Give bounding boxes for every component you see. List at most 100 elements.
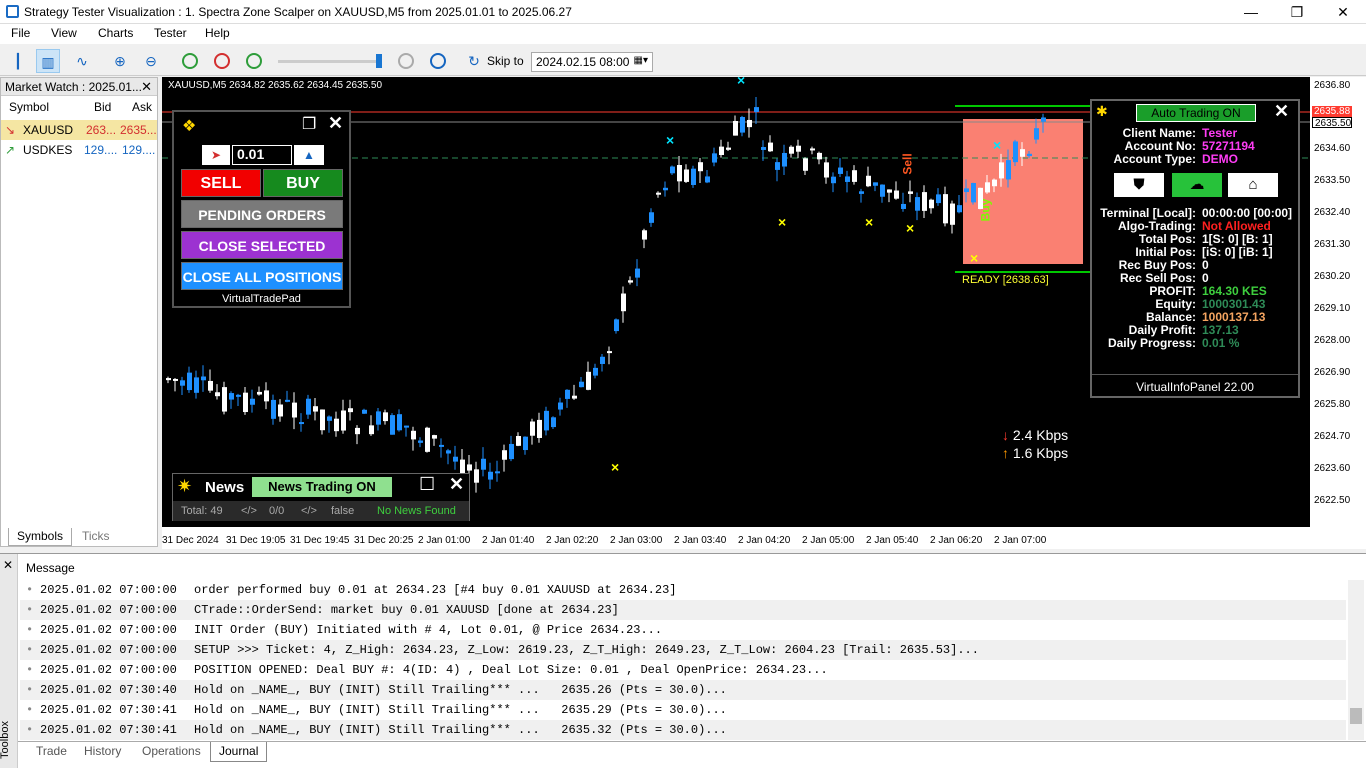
candle-body [740,116,745,133]
buy-button[interactable]: BUY [263,169,343,197]
maximize-icon[interactable]: ☐ [419,474,435,495]
journal-time: 2025.01.02 07:30:41 [40,723,177,737]
candle-body [495,471,500,474]
info-value: 0 [1202,271,1209,285]
net-down-value: 2.4 Kbps [1012,427,1069,443]
close-window-button[interactable]: ✕ [1320,0,1366,24]
column-ask[interactable]: Ask [132,100,152,114]
zoom-out-icon[interactable]: ⊖ [139,49,163,73]
menu-charts[interactable]: Charts [98,26,133,40]
pending-orders-button[interactable]: PENDING ORDERS [181,200,343,228]
column-symbol[interactable]: Symbol [9,100,49,114]
market-row-xauusd[interactable]: ↘ XAUUSD 263... 2635... [1,120,157,140]
journal-row[interactable]: • 2025.01.02 07:00:00 INIT Order (BUY) Ini… [20,620,1346,640]
y-tick: 2631.30 [1314,239,1351,250]
x-tick: 31 Dec 19:45 [290,535,350,546]
stop-button[interactable] [210,49,234,73]
candle-body [810,148,815,151]
tab-operations[interactable]: Operations [134,742,209,762]
x-tick: 2 Jan 01:40 [482,535,535,546]
menu-help[interactable]: Help [205,26,230,40]
info-value: 1[S: 0] [B: 1] [1202,232,1273,246]
restore-icon[interactable]: ❐ [302,114,316,134]
lot-decrease-button[interactable]: ➤ [202,145,230,165]
price-axis[interactable]: 2636.80 2635.88 2635.50 2634.60 2633.50 … [1310,77,1366,549]
lot-size-input[interactable]: 0.01 [232,145,292,165]
line-chart-button[interactable]: ∿ [70,49,94,73]
toolbox-panel: ✕ Toolbox Message • 2025.01.02 07:00:00 or… [0,553,1366,768]
candle-body [572,395,577,399]
candle-body [565,389,570,399]
menu-tester[interactable]: Tester [154,26,187,40]
candle-body [1006,160,1011,180]
rewind-button[interactable] [242,49,266,73]
shield-icon[interactable]: ⛊ [1114,173,1164,197]
journal-row[interactable]: • 2025.01.02 07:00:00 order performed buy … [20,580,1346,600]
tab-symbols[interactable]: Symbols [8,528,73,546]
bank-icon[interactable]: ⌂ [1228,173,1278,197]
tab-history[interactable]: History [76,742,129,762]
speed-slider[interactable] [278,60,382,63]
tab-trade[interactable]: Trade [28,742,75,762]
column-bid[interactable]: Bid [94,100,111,114]
candle-chart-button[interactable]: ┃ [6,49,30,73]
info-label: Equity: [1155,297,1196,311]
zoom-in-icon[interactable]: ⊕ [108,49,132,73]
close-icon[interactable]: ✕ [449,474,464,495]
close-icon[interactable]: ✕ [3,558,13,572]
lot-increase-button[interactable]: ▲ [294,145,324,165]
candle-body [761,147,766,150]
journal-scrollbar[interactable] [1348,580,1364,740]
market-watch-panel: Market Watch : 2025.01... ✕ Symbol Bid A… [0,77,158,547]
info-value: DEMO [1202,152,1238,166]
journal-row[interactable]: • 2025.01.02 07:00:00 POSITION OPENED: Dea… [20,660,1346,680]
candle-body [257,391,262,395]
skip-to-date-input[interactable]: 2024.02.15 08:00 ▦▾ [531,52,653,72]
maximize-button[interactable]: ❐ [1274,0,1320,24]
candle-body [859,191,864,194]
close-icon[interactable]: ✕ [1274,101,1289,122]
close-icon[interactable]: ✕ [328,113,343,134]
x-tick: 2 Jan 02:20 [546,535,599,546]
candle-body [873,182,878,186]
journal-row[interactable]: • 2025.01.02 07:30:40 Hold on _NAME_, BUY … [20,680,1346,700]
journal-row[interactable]: • 2025.01.02 07:30:41 Hold on _NAME_, BUY … [20,720,1346,740]
candle-body [201,376,206,381]
step-forward-button[interactable] [394,49,418,73]
candle-body [775,162,780,170]
skip-end-button[interactable] [426,49,450,73]
candle-body [642,230,647,240]
play-button[interactable] [178,49,202,73]
tab-ticks[interactable]: Ticks [74,528,118,546]
minimize-button[interactable]: — [1228,0,1274,24]
sell-button[interactable]: SELL [181,169,261,197]
news-count: 0/0 [269,505,285,517]
calendar-dropdown-icon[interactable]: ▦▾ [634,55,648,66]
speed-slider-handle[interactable] [376,54,382,68]
row-symbol: USDKES [23,143,73,157]
x-tick: 31 Dec 2024 [162,535,219,546]
auto-trading-badge[interactable]: Auto Trading ON [1136,104,1256,122]
close-icon[interactable]: ✕ [141,79,152,95]
app-icon [6,5,19,18]
candle-body [929,199,934,209]
journal-row[interactable]: • 2025.01.02 07:30:41 Hold on _NAME_, BUY … [20,700,1346,720]
journal-row[interactable]: • 2025.01.02 07:00:00 CTrade::OrderSend: m… [20,600,1346,620]
journal-row[interactable]: • 2025.01.02 07:00:00 SETUP >>> Ticket: 4,… [20,640,1346,660]
close-selected-button[interactable]: CLOSE SELECTED [181,231,343,259]
skip-to-date-value: 2024.02.15 08:00 [536,55,630,69]
bar-chart-button[interactable]: ▥ [36,49,60,73]
candle-body [187,372,192,391]
tab-journal[interactable]: Journal [210,742,268,762]
time-axis[interactable]: 31 Dec 2024 31 Dec 19:05 31 Dec 19:45 31… [162,527,1310,549]
column-message[interactable]: Message [26,561,75,575]
news-trading-badge[interactable]: News Trading ON [252,477,392,497]
close-all-positions-button[interactable]: CLOSE ALL POSITIONS [181,262,343,290]
candle-body [222,387,227,412]
chat-icon[interactable]: ☁ [1172,173,1222,197]
candle-body [292,402,297,418]
market-row-usdkes[interactable]: ↗ USDKES 129.... 129.... [1,140,157,160]
menu-view[interactable]: View [51,26,77,40]
menu-file[interactable]: File [11,26,30,40]
scrollbar-thumb[interactable] [1350,708,1362,724]
